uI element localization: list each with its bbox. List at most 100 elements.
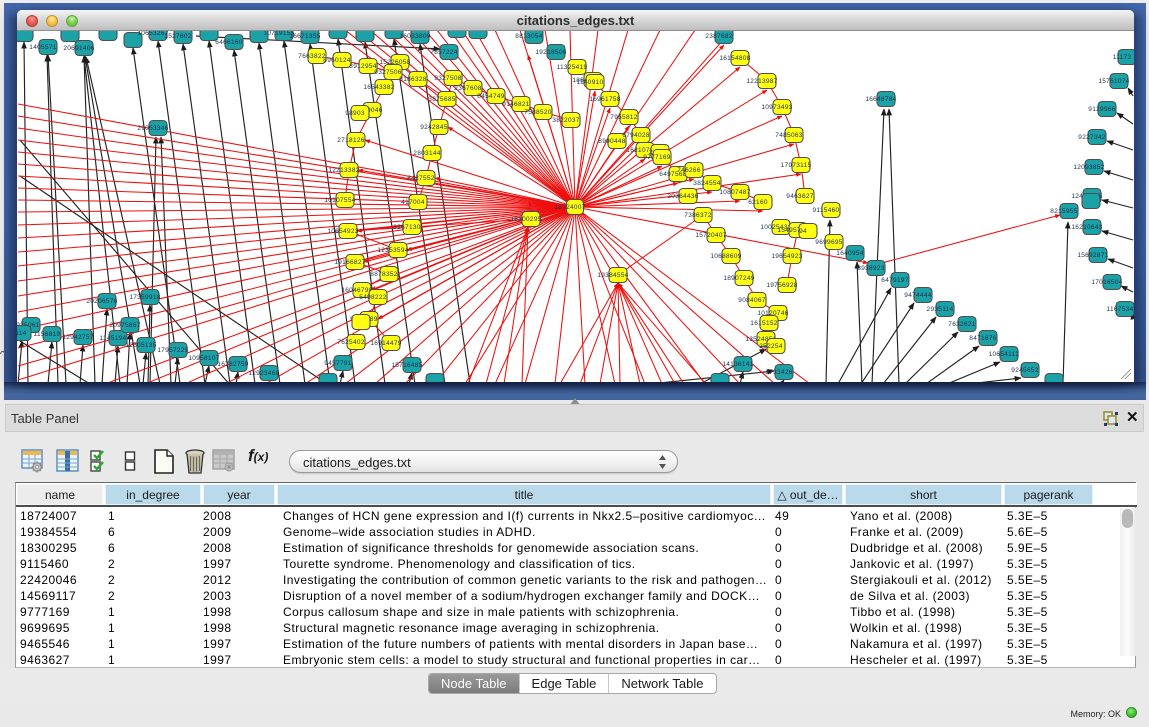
svg-text:10654923: 10654923 bbox=[327, 228, 358, 235]
svg-text:16914479: 16914479 bbox=[370, 340, 401, 347]
svg-text:1156819: 1156819 bbox=[34, 331, 61, 338]
svg-text:15692871: 15692871 bbox=[1077, 252, 1108, 259]
svg-text:417004: 417004 bbox=[401, 199, 425, 206]
svg-text:15720407: 15720407 bbox=[695, 232, 726, 239]
svg-text:1640954: 1640954 bbox=[836, 250, 863, 257]
svg-text:8878352: 8878352 bbox=[370, 271, 397, 278]
svg-text:9084067: 9084067 bbox=[738, 297, 765, 304]
svg-text:16782759: 16782759 bbox=[217, 361, 248, 368]
svg-text:20364436: 20364436 bbox=[667, 193, 698, 200]
svg-text:3875685: 3875685 bbox=[428, 96, 455, 103]
svg-text:7632621: 7632621 bbox=[948, 321, 975, 328]
svg-text:12213382: 12213382 bbox=[328, 167, 359, 174]
svg-text:18300295: 18300295 bbox=[510, 216, 541, 223]
svg-text:9699695: 9699695 bbox=[815, 239, 842, 246]
svg-text:19654923: 19654923 bbox=[771, 253, 802, 260]
svg-text:20206576: 20206576 bbox=[86, 298, 117, 305]
svg-text:9129966: 9129966 bbox=[1088, 106, 1115, 113]
svg-text:2387682: 2387682 bbox=[705, 33, 732, 40]
svg-text:9245652: 9245652 bbox=[1011, 367, 1038, 374]
svg-text:8471676: 8471676 bbox=[969, 335, 996, 342]
svg-text:12093852: 12093852 bbox=[1073, 164, 1104, 171]
svg-text:2935114: 2935114 bbox=[927, 306, 954, 313]
svg-text:10654112: 10654112 bbox=[989, 351, 1020, 358]
svg-text:39114: 39114 bbox=[17, 330, 27, 337]
svg-text:10107554: 10107554 bbox=[324, 197, 355, 204]
svg-text:16648784: 16648784 bbox=[865, 96, 896, 103]
svg-text:94: 94 bbox=[799, 228, 807, 235]
svg-text:2367608: 2367608 bbox=[454, 85, 481, 92]
svg-text:8427552: 8427552 bbox=[407, 175, 434, 182]
svg-text:7857224: 7857224 bbox=[430, 49, 457, 56]
svg-text:18907249: 18907249 bbox=[723, 275, 754, 282]
svg-text:14136141: 14136141 bbox=[722, 361, 753, 368]
svg-text:8215955: 8215955 bbox=[1050, 208, 1077, 215]
svg-text:9242845: 9242845 bbox=[420, 124, 447, 131]
svg-text:8813054: 8813054 bbox=[515, 33, 542, 40]
svg-text:18724007: 18724007 bbox=[554, 204, 585, 211]
svg-text:17359918: 17359918 bbox=[129, 294, 160, 301]
svg-text:8960124: 8960124 bbox=[323, 57, 350, 64]
svg-text:10688609: 10688609 bbox=[710, 253, 741, 260]
svg-text:7663822: 7663822 bbox=[298, 53, 325, 60]
svg-text:12353594: 12353594 bbox=[377, 247, 408, 254]
svg-text:19218506: 19218506 bbox=[535, 49, 566, 56]
svg-text:8938923: 8938923 bbox=[857, 265, 884, 272]
svg-text:2803144: 2803144 bbox=[413, 150, 440, 157]
svg-text:9327506: 9327506 bbox=[374, 69, 401, 76]
svg-text:10807487: 10807487 bbox=[719, 189, 750, 196]
svg-text:7588520: 7588520 bbox=[524, 109, 551, 116]
svg-text:9474444: 9474444 bbox=[904, 292, 931, 299]
svg-text:5498222: 5498222 bbox=[359, 294, 386, 301]
svg-text:16671355: 16671355 bbox=[289, 33, 320, 40]
svg-text:7955812: 7955812 bbox=[610, 114, 637, 121]
svg-text:12505135: 12505135 bbox=[125, 342, 156, 349]
svg-text:1167534: 1167534 bbox=[1107, 306, 1134, 313]
svg-text:6479197: 6479197 bbox=[881, 277, 908, 284]
svg-text:7386372: 7386372 bbox=[684, 212, 711, 219]
svg-text:19756928: 19756928 bbox=[766, 282, 797, 289]
svg-text:1527602: 1527602 bbox=[164, 33, 191, 40]
svg-text:16154808: 16154808 bbox=[719, 55, 750, 62]
svg-text:62160: 62160 bbox=[748, 199, 768, 206]
svg-text:10958107: 10958107 bbox=[188, 355, 219, 362]
svg-text:9146821: 9146821 bbox=[502, 101, 529, 108]
svg-text:15751074: 15751074 bbox=[1098, 78, 1129, 85]
svg-text:29053346: 29053346 bbox=[137, 125, 168, 132]
svg-text:6466160: 6466160 bbox=[215, 39, 242, 46]
svg-text:1615152: 1615152 bbox=[750, 320, 777, 327]
svg-text:3822037: 3822037 bbox=[552, 117, 579, 124]
svg-text:1145194: 1145194 bbox=[100, 335, 127, 342]
svg-text:10973493: 10973493 bbox=[761, 104, 792, 111]
svg-text:8267130: 8267130 bbox=[393, 224, 420, 231]
svg-text:19166827: 19166827 bbox=[334, 259, 365, 266]
svg-text:9227342: 9227342 bbox=[1078, 134, 1105, 141]
svg-text:6794028: 6794028 bbox=[622, 132, 649, 139]
svg-text:11172: 11172 bbox=[1113, 54, 1132, 61]
svg-text:17973115: 17973115 bbox=[781, 162, 812, 169]
svg-text:7485063: 7485063 bbox=[775, 132, 802, 139]
svg-text:19384554: 19384554 bbox=[597, 272, 628, 279]
svg-text:16543382: 16543382 bbox=[363, 84, 394, 91]
svg-text:3824554: 3824554 bbox=[693, 180, 720, 187]
svg-text:16961758: 16961758 bbox=[589, 96, 620, 103]
svg-text:9463627: 9463627 bbox=[786, 193, 813, 200]
svg-text:9777169: 9777169 bbox=[643, 154, 670, 161]
svg-text:1733426: 1733426 bbox=[765, 369, 792, 376]
svg-text:9115460: 9115460 bbox=[813, 207, 840, 214]
svg-text:11325419: 11325419 bbox=[557, 64, 588, 71]
svg-text:1405571: 1405571 bbox=[29, 44, 56, 51]
svg-text:17957225: 17957225 bbox=[157, 347, 188, 354]
svg-text:16033809: 16033809 bbox=[399, 33, 430, 40]
svg-text:8186328: 8186328 bbox=[399, 76, 426, 83]
svg-text:20975867: 20975867 bbox=[109, 322, 140, 329]
svg-text:7625402: 7625402 bbox=[337, 339, 364, 346]
svg-text:20691406: 20691406 bbox=[63, 45, 94, 52]
svg-text:9457791: 9457791 bbox=[324, 360, 351, 367]
svg-text:9327508: 9327508 bbox=[434, 75, 461, 82]
svg-text:12213987: 12213987 bbox=[746, 78, 777, 85]
svg-text:16046798: 16046798 bbox=[341, 287, 372, 294]
svg-text:252254: 252254 bbox=[759, 343, 783, 350]
svg-text:12942757: 12942757 bbox=[62, 334, 93, 341]
svg-text:15716485: 15716485 bbox=[391, 362, 422, 369]
